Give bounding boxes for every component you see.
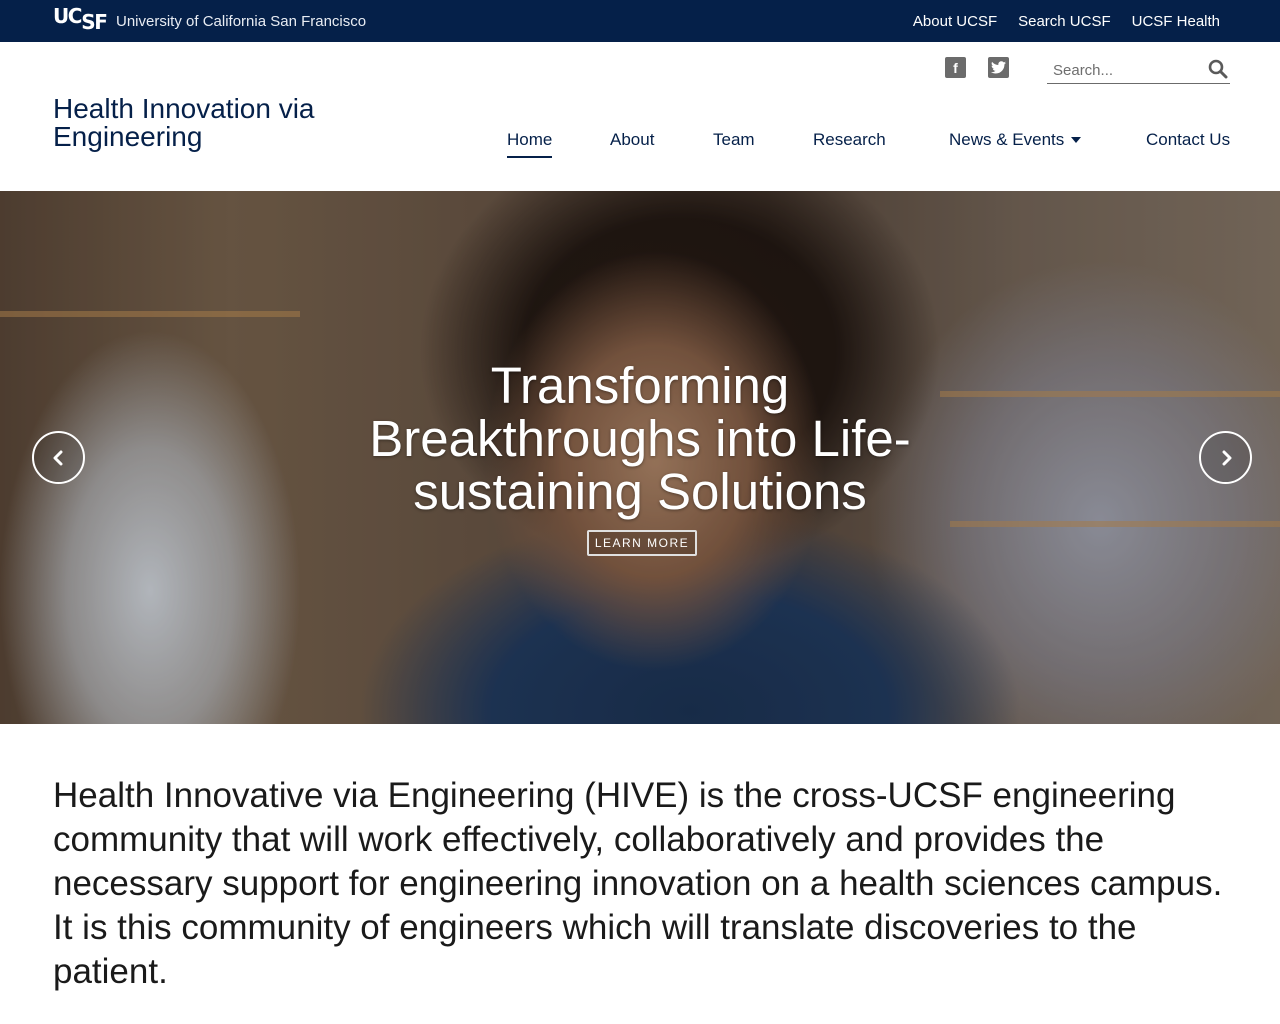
- nav-item-news-events[interactable]: News & Events: [949, 130, 1082, 150]
- top-links: About UCSF Search UCSF UCSF Health: [913, 13, 1220, 30]
- search-box: [1047, 56, 1230, 84]
- facebook-icon[interactable]: f: [945, 57, 966, 78]
- search-icon[interactable]: [1208, 59, 1228, 79]
- top-bar: UCSF University of California San Franci…: [0, 0, 1280, 42]
- nav-item-team[interactable]: Team: [713, 130, 755, 150]
- search-input[interactable]: [1053, 60, 1193, 80]
- hero-heading: Transforming Breakthroughs into Life-sus…: [369, 357, 911, 520]
- twitter-bird-icon: [991, 61, 1006, 74]
- university-name[interactable]: University of California San Francisco: [116, 13, 366, 30]
- chevron-left-icon: [53, 450, 62, 465]
- main-nav: Home About Team Research News & Events C…: [0, 130, 1280, 160]
- twitter-icon[interactable]: [988, 57, 1009, 78]
- nav-item-contact-us[interactable]: Contact Us: [1146, 130, 1230, 150]
- caret-down-icon: [1071, 136, 1082, 143]
- nav-item-research[interactable]: Research: [813, 130, 886, 150]
- nav-item-home[interactable]: Home: [507, 130, 553, 158]
- top-link-search-ucsf[interactable]: Search UCSF: [1018, 13, 1111, 30]
- top-link-ucsf-health[interactable]: UCSF Health: [1132, 13, 1220, 30]
- nav-item-news-events-label: News & Events: [949, 130, 1065, 149]
- ucsf-logo[interactable]: UCSF: [53, 6, 108, 32]
- chevron-right-icon: [1222, 450, 1231, 465]
- intro-paragraph: Health Innovative via Engineering (HIVE)…: [53, 776, 1223, 991]
- carousel-prev-button[interactable]: [32, 431, 85, 484]
- nav-item-about[interactable]: About: [610, 130, 654, 150]
- carousel-next-button[interactable]: [1199, 431, 1252, 484]
- top-link-about-ucsf[interactable]: About UCSF: [913, 13, 997, 30]
- learn-more-button[interactable]: LEARN MORE: [587, 530, 697, 556]
- hero-carousel: Transforming Breakthroughs into Life-sus…: [0, 191, 1280, 724]
- site-header: Health Innovation via Engineering f Home…: [0, 42, 1280, 191]
